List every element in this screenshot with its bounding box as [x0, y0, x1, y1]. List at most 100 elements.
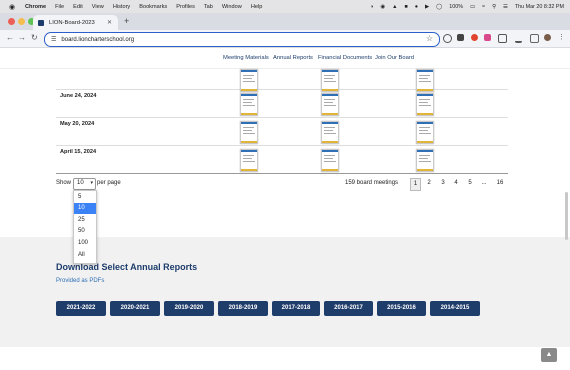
- battery-icon[interactable]: ▭: [470, 4, 475, 10]
- per-page-label: per page: [97, 180, 121, 186]
- report-2017-2018-button[interactable]: 2017-2018: [272, 301, 320, 316]
- document-thumbnail[interactable]: [240, 93, 258, 116]
- meeting-date: June 24, 2024: [60, 93, 97, 99]
- search-icon[interactable]: ⚲: [492, 4, 496, 10]
- bookmark-star-icon[interactable]: ☆: [426, 34, 433, 43]
- menu-edit[interactable]: Edit: [73, 4, 83, 10]
- page-16[interactable]: 16: [495, 178, 505, 189]
- menu-history[interactable]: History: [113, 4, 130, 10]
- option-5[interactable]: 5: [74, 192, 96, 203]
- option-25[interactable]: 25: [74, 215, 96, 226]
- annual-reports-subheading: Provided as PDFs: [56, 278, 105, 284]
- status-icon[interactable]: ●: [415, 4, 418, 10]
- document-thumbnail[interactable]: [240, 121, 258, 144]
- report-2015-2016-button[interactable]: 2015-2016: [377, 301, 426, 316]
- menu-tab[interactable]: Tab: [204, 4, 213, 10]
- menu-help[interactable]: Help: [251, 4, 263, 10]
- menubar-clock[interactable]: Thu Mar 20 8:32 PM: [515, 4, 564, 10]
- report-2016-2017-button[interactable]: 2016-2017: [324, 301, 373, 316]
- new-tab-button[interactable]: +: [124, 16, 129, 26]
- wifi-icon[interactable]: ≈: [482, 4, 485, 10]
- favicon-icon: [38, 19, 44, 26]
- document-thumbnail[interactable]: [416, 93, 434, 116]
- page-5[interactable]: 5: [466, 178, 474, 189]
- report-2014-2015-button[interactable]: 2014-2015: [430, 301, 480, 316]
- document-thumbnail[interactable]: [416, 121, 434, 144]
- report-2021-2022-button[interactable]: 2021-2022: [56, 301, 106, 316]
- table-row: [56, 68, 508, 92]
- minimize-window-button[interactable]: [18, 18, 25, 25]
- mac-menubar: ◉ Chrome File Edit View History Bookmark…: [0, 0, 570, 13]
- reload-icon[interactable]: ↻: [31, 33, 38, 42]
- extension-icon[interactable]: [457, 34, 464, 41]
- report-2020-2021-button[interactable]: 2020-2021: [110, 301, 160, 316]
- extension-icon[interactable]: [484, 34, 491, 41]
- extension-icon[interactable]: [471, 34, 478, 41]
- option-10[interactable]: 10: [74, 203, 96, 214]
- meeting-date: April 15, 2024: [60, 149, 97, 155]
- result-count: 159 board meetings: [345, 180, 399, 186]
- option-all[interactable]: All: [74, 250, 96, 261]
- tab-title: LION-Board-2023: [49, 19, 95, 26]
- address-bar[interactable]: ☰ board.lioncharterschool.org ☆: [44, 32, 440, 47]
- apple-icon[interactable]: ◉: [8, 3, 16, 11]
- table-row: May 20, 2024: [56, 117, 508, 146]
- nav-financial-documents[interactable]: Financial Documents: [318, 55, 372, 61]
- document-thumbnail[interactable]: [416, 149, 434, 172]
- menu-view[interactable]: View: [92, 4, 104, 10]
- document-thumbnail[interactable]: [321, 121, 339, 144]
- option-50[interactable]: 50: [74, 226, 96, 237]
- page-4[interactable]: 4: [452, 178, 460, 189]
- browser-tab[interactable]: LION-Board-2023 ✕: [33, 15, 118, 30]
- report-2019-2020-button[interactable]: 2019-2020: [164, 301, 214, 316]
- page-ellipsis: ...: [481, 180, 487, 186]
- table-row: June 24, 2024: [56, 89, 508, 118]
- scrollbar-thumb[interactable]: [565, 192, 568, 240]
- extensions-puzzle-icon[interactable]: [498, 34, 507, 43]
- menu-file[interactable]: File: [55, 4, 64, 10]
- status-icon[interactable]: ▲: [392, 4, 397, 10]
- status-icon[interactable]: ▶: [425, 4, 429, 10]
- download-icon[interactable]: [515, 34, 522, 43]
- control-center-icon[interactable]: ☰: [503, 4, 508, 10]
- status-icon[interactable]: ◯: [436, 4, 442, 10]
- menu-bookmarks[interactable]: Bookmarks: [139, 4, 167, 10]
- kebab-menu-icon[interactable]: ⋮: [558, 34, 565, 41]
- document-thumbnail[interactable]: [240, 149, 258, 172]
- nav-join-our-board[interactable]: Join Our Board: [375, 55, 414, 61]
- url-text[interactable]: board.lioncharterschool.org: [61, 37, 134, 43]
- table-row: April 15, 2024: [56, 145, 508, 174]
- page-1[interactable]: 1: [410, 178, 421, 191]
- per-page-value: 10: [77, 180, 84, 186]
- side-panel-icon[interactable]: [530, 34, 539, 43]
- menu-chrome[interactable]: Chrome: [25, 4, 46, 10]
- site-info-icon[interactable]: ☰: [51, 36, 56, 43]
- status-icon[interactable]: ◉: [380, 4, 385, 10]
- document-thumbnail[interactable]: [321, 149, 339, 172]
- per-page-dropdown: 5 10 25 50 100 All: [73, 190, 97, 264]
- close-icon[interactable]: ✕: [107, 19, 112, 26]
- forward-icon[interactable]: →: [18, 33, 26, 42]
- menu-window[interactable]: Window: [222, 4, 242, 10]
- profile-avatar[interactable]: [544, 34, 551, 41]
- scroll-to-top-button[interactable]: ▲: [541, 348, 557, 362]
- menu-profiles[interactable]: Profiles: [176, 4, 195, 10]
- extension-icon[interactable]: [443, 34, 452, 43]
- nav-annual-reports[interactable]: Annual Reports: [273, 55, 313, 61]
- chevron-up-icon: ▲: [545, 351, 553, 358]
- per-page-select[interactable]: 10 ▾: [73, 178, 96, 190]
- meeting-date: May 20, 2024: [60, 121, 95, 127]
- page-3[interactable]: 3: [439, 178, 447, 189]
- status-icon[interactable]: ■: [404, 4, 407, 10]
- site-nav: Meeting Materials Annual Reports Financi…: [0, 48, 570, 69]
- back-icon[interactable]: ←: [6, 33, 14, 42]
- report-2018-2019-button[interactable]: 2018-2019: [218, 301, 268, 316]
- option-100[interactable]: 100: [74, 238, 96, 249]
- tab-strip: LION-Board-2023 ✕ +: [0, 13, 570, 30]
- close-window-button[interactable]: [8, 18, 15, 25]
- page-2[interactable]: 2: [425, 178, 433, 189]
- status-icon[interactable]: ◑: [370, 4, 373, 10]
- battery-percent: 100%: [449, 3, 463, 10]
- nav-meeting-materials[interactable]: Meeting Materials: [223, 55, 269, 61]
- document-thumbnail[interactable]: [321, 93, 339, 116]
